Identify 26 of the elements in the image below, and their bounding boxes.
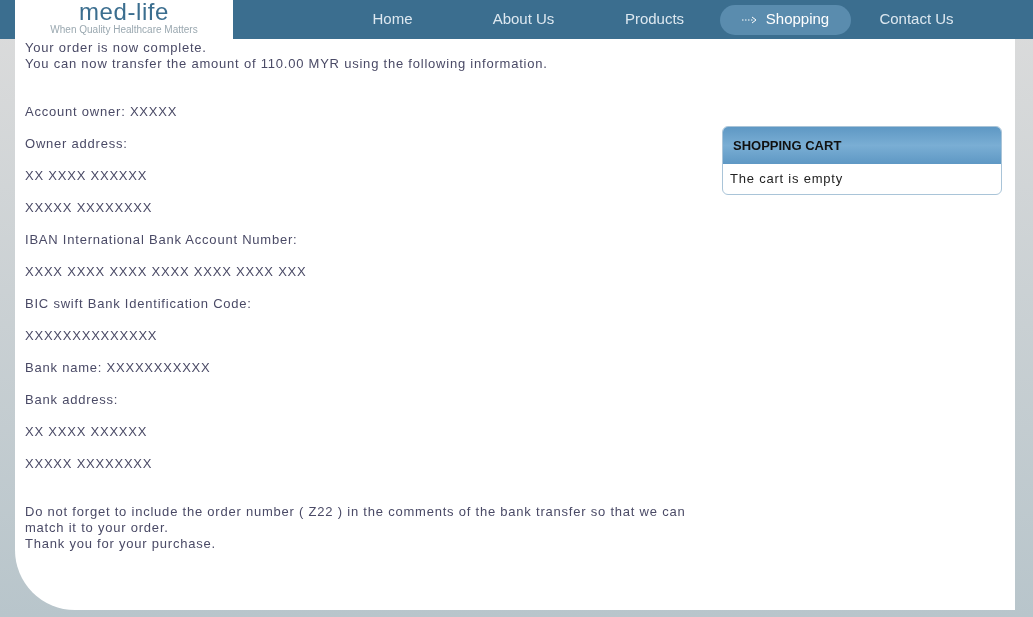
bank-detail: XXXXX XXXXXXXX [25,200,154,216]
bank-detail: XXXXX XXXXXXXX [25,456,154,472]
intro-text: You can now transfer the amount of 110.00 MYR using the following information. [25,56,549,72]
bank-detail: XXXXXXXXXXXXXX [25,328,159,344]
bank-detail: XX XXXX XXXXXX [25,424,149,440]
bank-detail: XXXX XXXX XXXX XXXX XXXX XXXX XXX [25,264,308,280]
bank-detail: IBAN International Bank Account Number: [25,232,299,248]
logo-tagline: When Quality Healthcare Matters [50,24,198,35]
intro-text: Your order is now complete. [25,40,208,56]
arrow-icon [741,15,758,24]
logo-name: med-life [78,0,170,24]
cart-title: SHOPPING CART [723,127,1001,164]
nav-link[interactable]: Home [327,4,458,35]
nav-link[interactable]: About Us [458,4,589,35]
bank-detail: Owner address: [25,136,129,152]
nav-link[interactable]: Products [589,4,720,35]
bank-detail: Bank name: XXXXXXXXXXX [25,360,212,376]
closing-text: Do not forget to include the order number ( Z22 ) in the comments of the bank transfer so that we can match it to your order. [25,504,687,536]
bank-detail: XX XXXX XXXXXX [25,168,149,184]
bank-detail: Account owner: XXXXX [25,104,179,120]
bank-detail: Bank address: [25,392,120,408]
bank-detail: BIC swift Bank Identification Code: [25,296,253,312]
nav-link[interactable]: Shopping [720,4,851,35]
nav-link[interactable]: Contact Us [851,4,982,35]
cart-message: The cart is empty [729,170,844,188]
closing-text: Thank you for your purchase. [25,536,217,552]
